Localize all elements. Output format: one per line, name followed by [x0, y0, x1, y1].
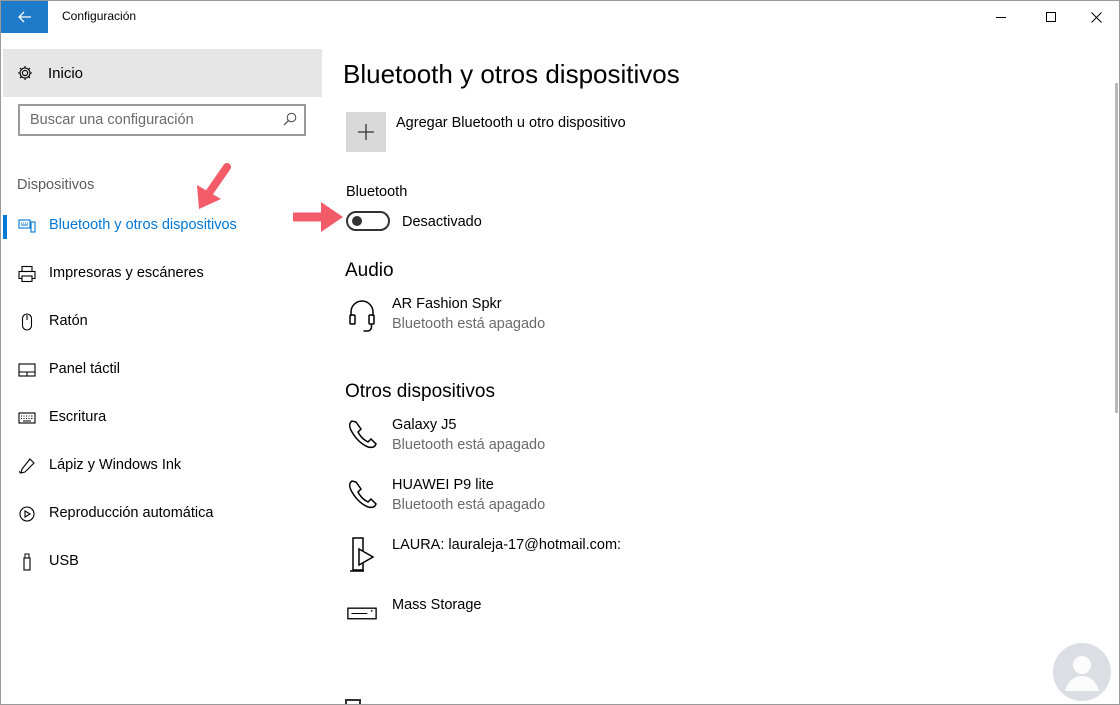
device-item[interactable]: Mass Storage [343, 597, 943, 643]
annotation-arrow-icon [293, 202, 343, 232]
device-name: AR Fashion Spkr [392, 296, 502, 312]
maximize-button[interactable] [1028, 1, 1074, 33]
bluetooth-devices-icon [18, 219, 36, 233]
plus-icon [358, 124, 374, 140]
device-name: HUAWEI P9 lite [392, 477, 494, 493]
pen-icon [19, 458, 35, 474]
page-title: Bluetooth y otros dispositivos [343, 59, 680, 89]
keyboard-icon [18, 412, 36, 424]
sidebar-item-label: Escritura [49, 409, 107, 425]
title-bar: Configuración [1, 1, 1119, 33]
search-placeholder: Buscar una configuración [30, 112, 194, 128]
sidebar-item-label: Bluetooth y otros dispositivos [49, 217, 237, 233]
audio-heading: Audio [345, 260, 394, 281]
bluetooth-label: Bluetooth [346, 184, 408, 200]
scrollbar[interactable] [1113, 33, 1119, 704]
sidebar-item-label: USB [49, 553, 79, 569]
sidebar-item-label: Reproducción automática [49, 505, 214, 521]
sidebar-item-autoplay[interactable]: Reproducción automática [1, 494, 323, 534]
minimize-button[interactable] [978, 1, 1024, 33]
bluetooth-state: Desactivado [402, 214, 482, 230]
device-name: Mass Storage [392, 597, 482, 613]
home-label: Inicio [48, 65, 84, 82]
search-icon [283, 112, 297, 126]
headset-icon [349, 300, 375, 332]
other-devices-heading: Otros dispositivos [345, 381, 495, 402]
logo-icon [1053, 643, 1111, 701]
usb-icon [23, 553, 31, 571]
sidebar-item-label: Lápiz y Windows Ink [49, 457, 182, 473]
device-item[interactable]: AR Fashion Spkr Bluetooth está apagado [343, 296, 943, 342]
sidebar-item-usb[interactable]: USB [1, 542, 323, 582]
bluetooth-toggle[interactable] [346, 211, 390, 231]
device-status: Bluetooth está apagado [392, 316, 546, 332]
device-item[interactable]: Galaxy J5 Bluetooth está apagado [343, 417, 943, 463]
active-indicator [3, 215, 7, 239]
device-status: Bluetooth está apagado [392, 497, 546, 513]
add-device-button[interactable] [346, 112, 386, 152]
section-label-devices: Dispositivos [17, 177, 95, 193]
media-device-icon [350, 537, 375, 572]
sidebar-item-label: Impresoras y escáneres [49, 265, 204, 281]
home-button[interactable]: Inicio [3, 49, 322, 97]
sidebar-item-mouse[interactable]: Ratón [1, 302, 323, 342]
minimize-icon [995, 16, 1006, 18]
mouse-icon [21, 313, 33, 331]
gear-icon [18, 66, 32, 80]
checkbox[interactable] [345, 699, 361, 704]
touchpad-icon [18, 363, 36, 377]
device-name: LAURA: lauraleja-17@hotmail.com: [392, 537, 622, 553]
phone-icon [349, 420, 377, 449]
phone-icon [349, 480, 377, 509]
drive-icon [347, 607, 377, 620]
sidebar-item-touchpad[interactable]: Panel táctil [1, 350, 323, 390]
sidebar-item-label: Ratón [49, 313, 88, 329]
back-button[interactable] [1, 1, 48, 33]
add-device-label[interactable]: Agregar Bluetooth u otro dispositivo [396, 115, 626, 131]
sidebar: Inicio Buscar una configuración Disposit… [1, 33, 323, 704]
sidebar-item-typing[interactable]: Escritura [1, 398, 323, 438]
main-content: Bluetooth y otros dispositivos Agregar B… [323, 33, 1109, 704]
search-input[interactable]: Buscar una configuración [18, 104, 306, 136]
window-title: Configuración [62, 9, 137, 23]
annotation-arrow-icon [197, 163, 231, 209]
sidebar-item-printers[interactable]: Impresoras y escáneres [1, 254, 323, 294]
sidebar-item-label: Panel táctil [49, 361, 120, 377]
maximize-icon [1045, 11, 1056, 22]
scroll-thumb[interactable] [1115, 83, 1118, 413]
back-arrow-icon [17, 11, 31, 23]
device-item[interactable]: HUAWEI P9 lite Bluetooth está apagado [343, 477, 943, 523]
device-status: Bluetooth está apagado [392, 437, 546, 453]
printer-icon [18, 265, 36, 283]
close-icon [1090, 11, 1102, 23]
autoplay-icon [19, 506, 35, 522]
sidebar-item-pen[interactable]: Lápiz y Windows Ink [1, 446, 323, 486]
device-item[interactable]: LAURA: lauraleja-17@hotmail.com: [343, 537, 943, 583]
toggle-knob [352, 216, 362, 226]
close-button[interactable] [1073, 1, 1119, 33]
sidebar-item-bluetooth[interactable]: Bluetooth y otros dispositivos [1, 206, 323, 246]
settings-window: Configuración Inicio Buscar una configur… [0, 0, 1120, 705]
device-name: Galaxy J5 [392, 417, 457, 433]
